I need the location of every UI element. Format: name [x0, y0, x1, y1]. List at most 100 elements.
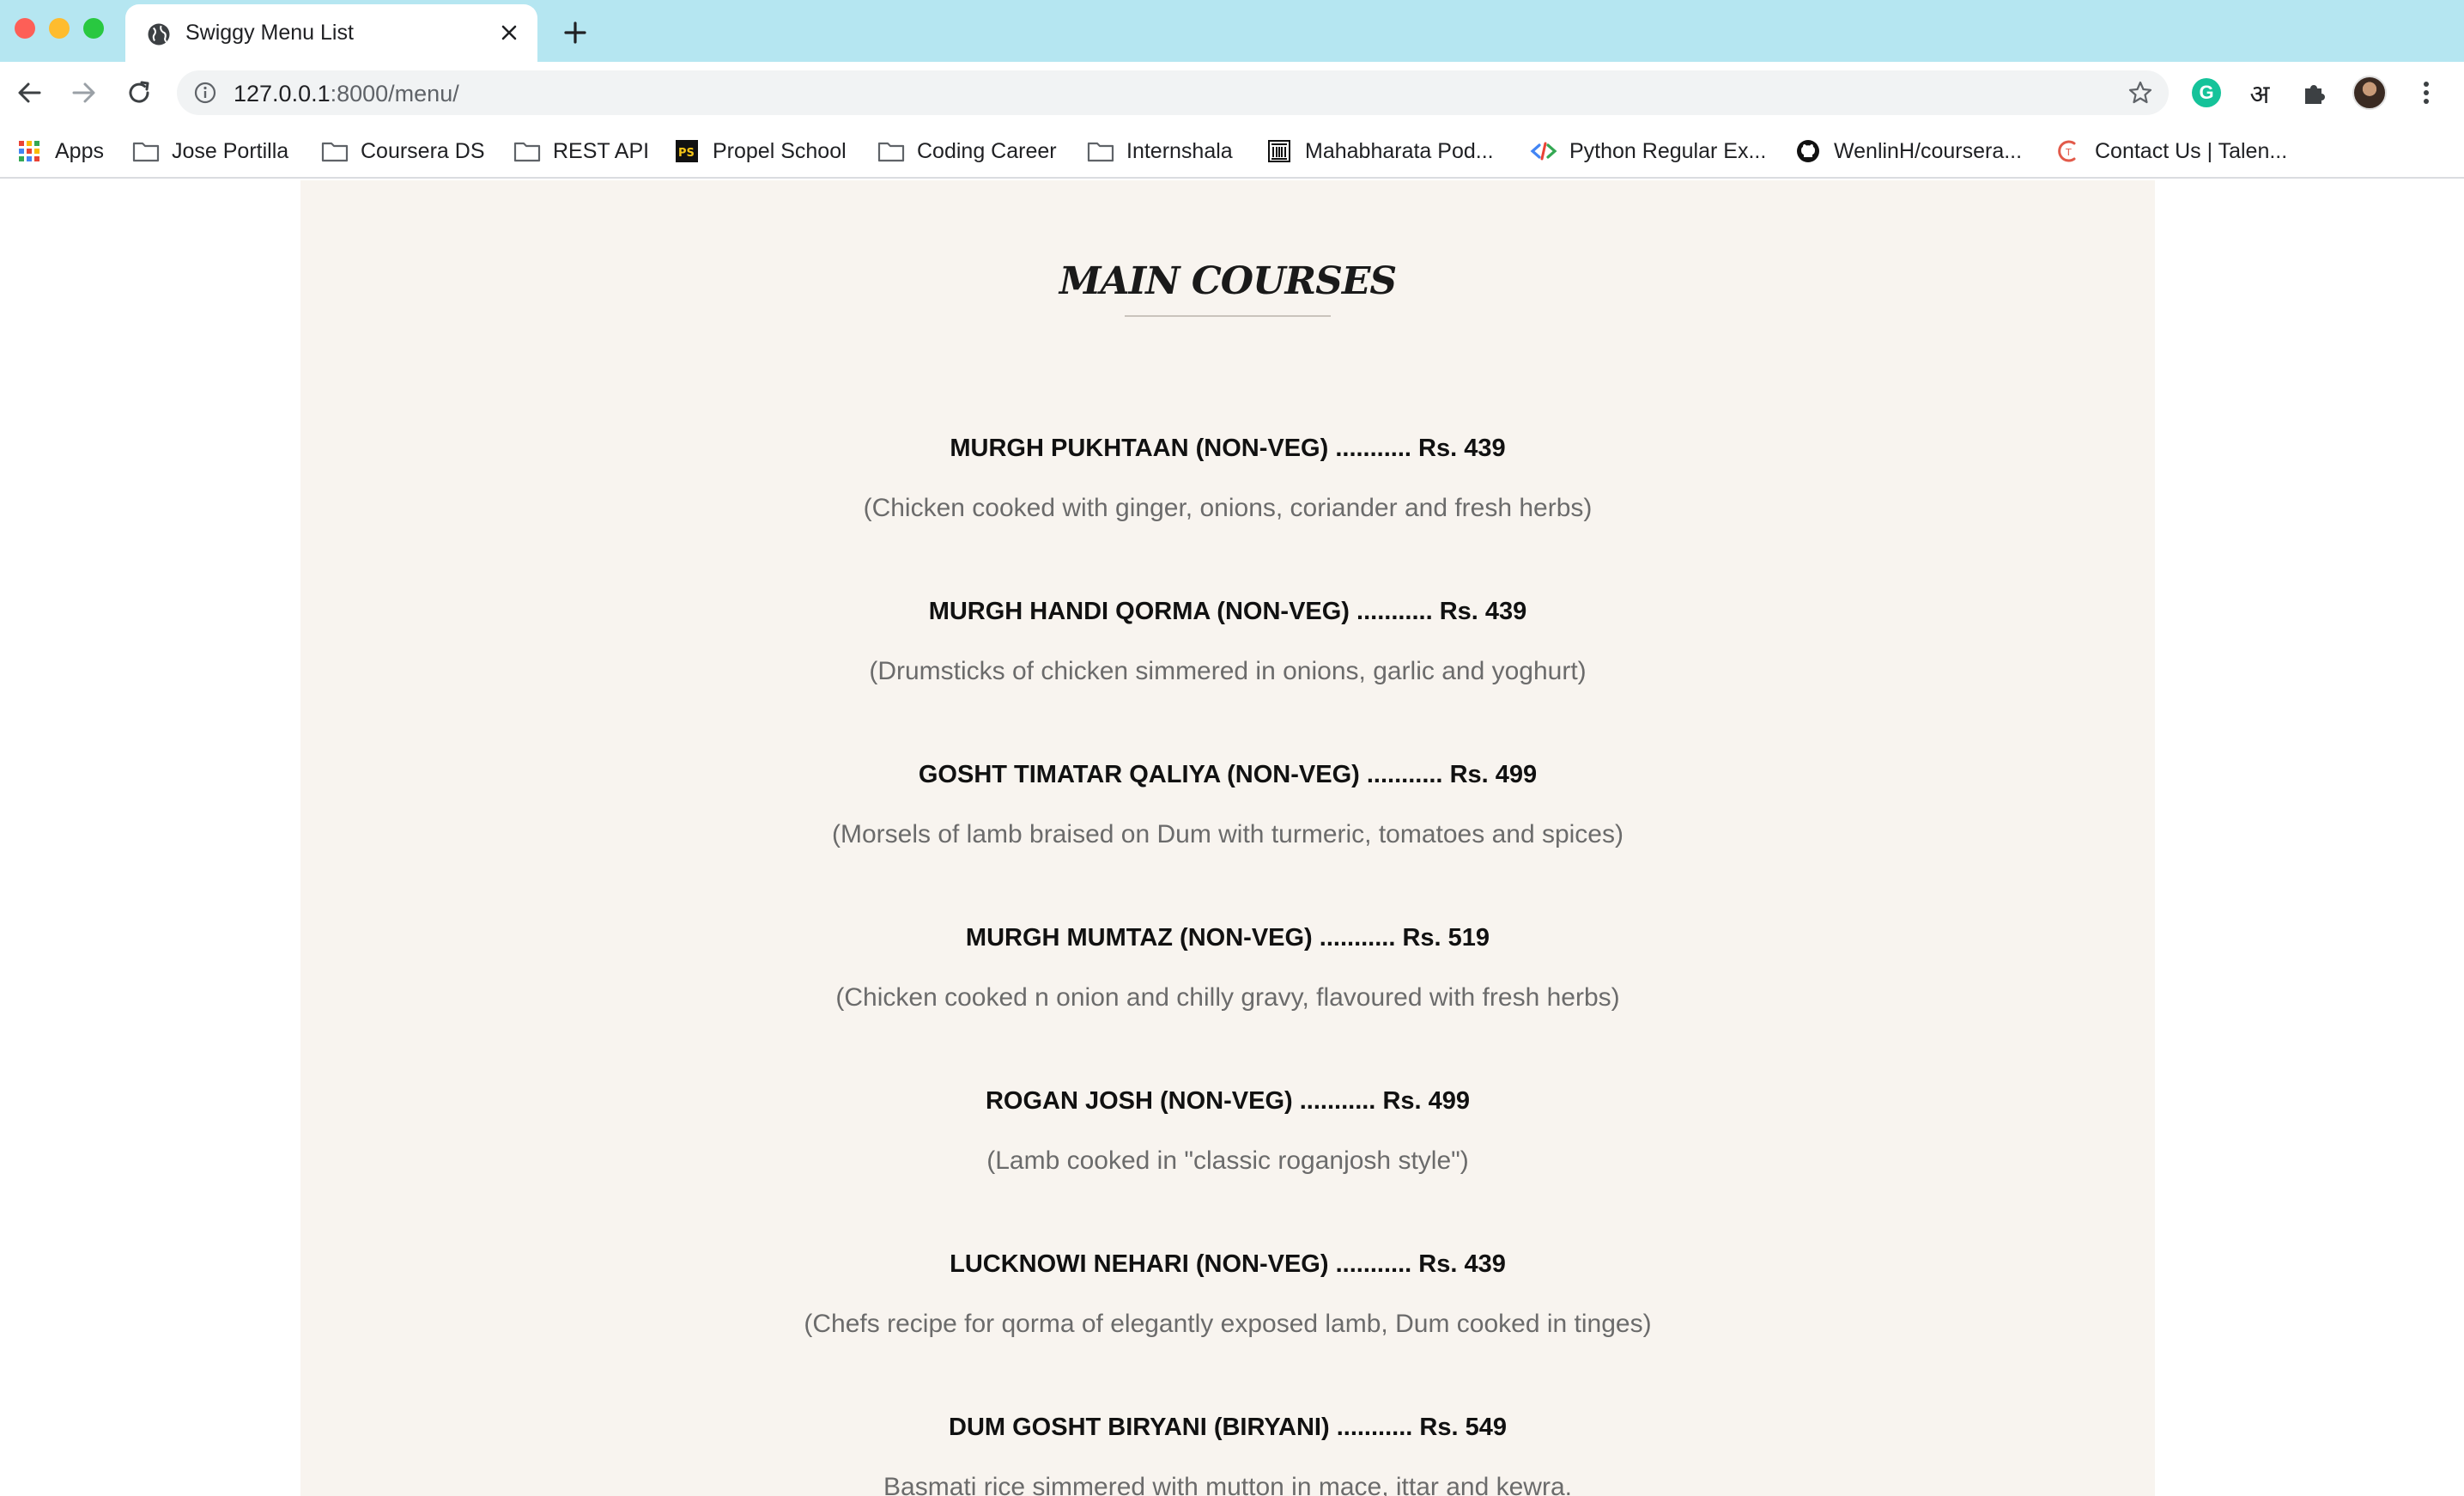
menu-item-description: (Drumsticks of chicken simmered in onion… [869, 657, 1587, 685]
url-path: :8000/menu/ [330, 81, 459, 106]
menu-item-heading: MURGH MUMTAZ (NON-VEG) ........... Rs. 5… [300, 921, 2155, 955]
menu-button[interactable] [2409, 76, 2443, 110]
title-underline [1125, 315, 1331, 317]
menu-item-heading: LUCKNOWI NEHARI (NON-VEG) ........... Rs… [300, 1247, 2155, 1281]
menu-item-description: (Chefs recipe for qorma of elegantly exp… [804, 1310, 1652, 1338]
bookmark-star-icon[interactable] [2127, 80, 2153, 106]
menu-item-dots: ........... [1319, 924, 1396, 952]
bookmark-propel-school[interactable]: PS Propel School [673, 136, 847, 167]
hindi-input-extension-button[interactable]: अ [2242, 76, 2277, 110]
forward-button[interactable] [69, 77, 100, 108]
menu-item: MURGH HANDI QORMA (NON-VEG) ........... … [300, 594, 2155, 689]
bookmark-folder-coursera-ds[interactable]: Coursera DS [321, 136, 485, 167]
menu-item-price: Rs. 519 [1402, 924, 1490, 952]
bookmark-mahabharata-pod[interactable]: Mahabharata Pod... [1265, 136, 1494, 167]
menu-item-dots: ........... [1336, 1414, 1413, 1441]
bookmark-python-regular-ex[interactable]: Python Regular Ex... [1530, 136, 1766, 167]
menu-item-description: (Lamb cooked in "classic roganjosh style… [986, 1146, 1469, 1175]
menu-item-heading: DUM GOSHT BIRYANI (BIRYANI) ........... … [300, 1410, 2155, 1444]
arrow-left-icon [18, 82, 41, 103]
menu-item-description: (Morsels of lamb braised on Dum with tur… [831, 820, 1623, 848]
menu-item-price: Rs. 499 [1382, 1087, 1471, 1115]
menu-item-name: DUM GOSHT BIRYANI (BIRYANI) [949, 1414, 1330, 1441]
plus-icon [564, 21, 586, 44]
arrow-right-icon [72, 82, 95, 103]
grammarly-icon: G [2192, 78, 2221, 107]
menu-item-description: (Chicken cooked with ginger, onions, cor… [863, 494, 1593, 522]
bookmark-label: Contact Us | Talen... [2095, 138, 2288, 163]
menu-item-name: GOSHT TIMATAR QALIYA (NON-VEG) [918, 761, 1360, 788]
menu-item-price: Rs. 549 [1419, 1414, 1507, 1441]
bookmark-folder-rest-api[interactable]: REST API [513, 136, 649, 167]
bookmarks-bar: Apps Jose Portilla Coursera DS REST API … [0, 124, 2464, 179]
svg-text:PS: PS [678, 147, 695, 160]
menu-item-name: MURGH HANDI QORMA (NON-VEG) [928, 598, 1350, 625]
menu-item-price: Rs. 439 [1439, 598, 1527, 625]
menu-item-heading: ROGAN JOSH (NON-VEG) ........... Rs. 499 [300, 1084, 2155, 1118]
bookmark-label: Internshala [1126, 138, 1233, 163]
close-icon [501, 25, 517, 40]
propel-school-icon: PS [676, 140, 698, 162]
menu-item-name: MURGH PUKHTAAN (NON-VEG) [950, 435, 1329, 462]
menu-item-heading: MURGH PUKHTAAN (NON-VEG) ........... Rs.… [300, 431, 2155, 465]
extensions-button[interactable] [2297, 76, 2332, 110]
address-bar[interactable]: 127.0.0.1:8000/menu/ [177, 70, 2169, 115]
hindi-letter-icon: अ [2249, 79, 2270, 110]
bookmark-apps[interactable]: Apps [15, 136, 104, 167]
menu-item-heading: GOSHT TIMATAR QALIYA (NON-VEG) .........… [300, 757, 2155, 792]
kebab-menu-icon [2424, 82, 2429, 104]
github-icon [1797, 140, 1819, 162]
menu-item-description: Basmati rice simmered with mutton in mac… [883, 1473, 1572, 1496]
bookmark-label: Coursera DS [361, 138, 485, 163]
reload-button[interactable] [124, 77, 155, 108]
info-icon[interactable] [194, 82, 216, 104]
menu-item-name: LUCKNOWI NEHARI (NON-VEG) [950, 1250, 1329, 1278]
talentsprint-icon: T [2058, 140, 2076, 162]
folder-icon [513, 142, 541, 162]
bookmark-label: Mahabharata Pod... [1305, 138, 1494, 163]
bookmark-folder-internshala[interactable]: Internshala [1087, 136, 1233, 167]
menu-item-dots: ........... [1356, 598, 1433, 625]
museum-icon [1268, 140, 1290, 162]
bookmark-folder-jose-portilla[interactable]: Jose Portilla [132, 136, 288, 167]
url-host: 127.0.0.1 [234, 81, 331, 106]
web-page: MAIN COURSES MURGH PUKHTAAN (NON-VEG) ..… [0, 180, 2464, 1496]
tab-title: Swiggy Menu List [185, 21, 354, 45]
puzzle-icon [2305, 85, 2325, 104]
folder-icon [321, 142, 349, 162]
bookmark-label: Apps [55, 138, 104, 163]
bookmark-github-coursera[interactable]: WenlinH/coursera... [1794, 136, 2022, 167]
svg-text:T: T [2065, 147, 2072, 158]
code-brackets-icon [1530, 142, 1557, 161]
menu-item: GOSHT TIMATAR QALIYA (NON-VEG) .........… [300, 757, 2155, 852]
profile-button[interactable] [2352, 76, 2387, 110]
maximize-window-button[interactable] [83, 18, 104, 39]
folder-icon [132, 142, 160, 162]
avatar [2352, 76, 2387, 110]
menu-item-price: Rs. 499 [1449, 761, 1538, 788]
bookmark-label: Coding Career [917, 138, 1057, 163]
new-tab-button[interactable] [558, 17, 592, 48]
tab-swiggy-menu-list[interactable]: Swiggy Menu List [125, 4, 537, 62]
grammarly-extension-button[interactable]: G [2189, 76, 2224, 110]
menu-item-heading: MURGH HANDI QORMA (NON-VEG) ........... … [300, 594, 2155, 629]
bookmark-folder-coding-career[interactable]: Coding Career [877, 136, 1057, 167]
menu-item-dots: ........... [1299, 1087, 1376, 1115]
menu-section: MAIN COURSES MURGH PUKHTAAN (NON-VEG) ..… [300, 180, 2155, 1496]
bookmark-label: Python Regular Ex... [1569, 138, 1767, 163]
menu-item: MURGH MUMTAZ (NON-VEG) ........... Rs. 5… [300, 921, 2155, 1015]
menu-item-dots: ........... [1335, 435, 1411, 462]
bookmark-label: REST API [553, 138, 650, 163]
menu-item-price: Rs. 439 [1418, 1250, 1506, 1278]
close-window-button[interactable] [15, 18, 35, 39]
folder-icon [877, 142, 905, 162]
bookmark-contact-us-talen[interactable]: T Contact Us | Talen... [2055, 136, 2287, 167]
back-button[interactable] [14, 77, 45, 108]
tab-close-button[interactable] [495, 18, 524, 47]
menu-item: LUCKNOWI NEHARI (NON-VEG) ........... Rs… [300, 1247, 2155, 1341]
url-text: 127.0.0.1:8000/menu/ [234, 81, 459, 107]
section-title: MAIN COURSES [1059, 259, 1397, 303]
menu-item-name: MURGH MUMTAZ (NON-VEG) [965, 924, 1313, 952]
minimize-window-button[interactable] [49, 18, 70, 39]
menu-item: MURGH PUKHTAAN (NON-VEG) ........... Rs.… [300, 431, 2155, 526]
